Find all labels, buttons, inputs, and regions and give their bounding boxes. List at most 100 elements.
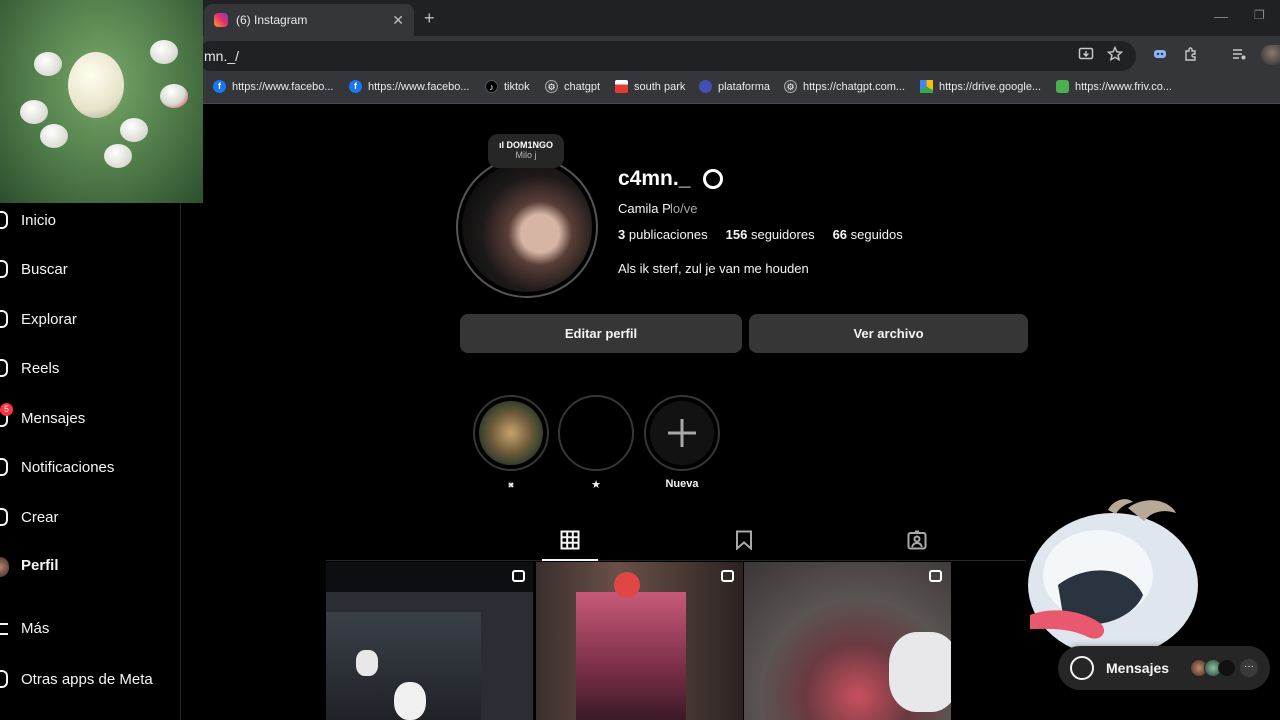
compass-icon — [0, 310, 8, 328]
bookmark-item[interactable]: ⚙ chatgpt — [545, 80, 600, 93]
carousel-icon — [721, 570, 734, 582]
carousel-icon — [512, 570, 525, 582]
home-icon — [0, 211, 8, 229]
bookmark-item[interactable]: ⚙ https://chatgpt.com... — [784, 80, 905, 93]
bookmark-item[interactable]: https://www.friv.co... — [1056, 80, 1172, 93]
poro-icon — [150, 40, 178, 64]
search-icon — [0, 260, 8, 278]
profile-note[interactable]: ıl DOM1NGO Milo j — [488, 134, 564, 168]
browser-profile-avatar[interactable] — [1261, 45, 1280, 65]
post-thumbnail[interactable] — [744, 562, 951, 720]
sidebar-item-notificaciones[interactable]: Notificaciones — [0, 458, 114, 476]
avatar — [1218, 659, 1236, 677]
sidebar-item-explorar[interactable]: Explorar — [0, 310, 77, 328]
extensions-icon[interactable] — [1183, 46, 1199, 65]
sidebar-item-inicio[interactable]: Inicio — [0, 211, 56, 229]
facebook-icon: f — [213, 80, 226, 93]
post-thumbnail[interactable] — [326, 562, 533, 720]
maximize-window-button[interactable]: ❐ — [1254, 8, 1265, 22]
sidebar-item-label: Buscar — [21, 260, 68, 278]
bookmark-item[interactable]: south park — [615, 80, 685, 93]
poro-sticker-icon — [1018, 490, 1208, 665]
minimize-window-button[interactable]: — — [1214, 8, 1228, 24]
poro-icon — [160, 84, 188, 108]
tab-posts[interactable] — [560, 530, 580, 555]
note-title: DOM1NGO — [506, 140, 554, 150]
poro-icon — [68, 52, 124, 118]
settings-gear-icon[interactable] — [703, 169, 723, 189]
tab-saved[interactable] — [735, 530, 753, 555]
new-highlight-button[interactable] — [644, 395, 720, 471]
post-image — [576, 592, 686, 720]
profile-picture-ring[interactable] — [456, 156, 598, 298]
following-stat[interactable]: 66 seguidos — [833, 227, 903, 242]
discord-extension-icon[interactable] — [1152, 46, 1168, 65]
sidebar-item-reels[interactable]: Reels — [0, 359, 59, 377]
bookmark-item[interactable]: f https://www.facebo... — [213, 80, 334, 93]
flag-icon — [615, 80, 628, 93]
carousel-icon — [929, 570, 942, 582]
new-tab-button[interactable]: + — [424, 8, 435, 29]
heart-icon — [0, 458, 8, 476]
poro-icon — [104, 144, 132, 168]
post-image-detail — [394, 682, 426, 720]
messenger-icon — [1070, 656, 1094, 680]
profile-full-name: Camila P — [618, 201, 671, 216]
bookmark-item[interactable]: ♪ tiktok — [485, 80, 530, 93]
highlight-label: Nueva — [665, 478, 699, 490]
grid-icon — [560, 530, 580, 550]
post-image-detail — [889, 632, 951, 712]
sidebar-item-label: Otras apps de Meta — [21, 670, 153, 688]
sidebar-item-label: Explorar — [21, 310, 77, 328]
sidebar-item-mas[interactable]: Más — [0, 620, 49, 637]
sidebar-item-mensajes[interactable]: Mensajes — [0, 409, 85, 427]
address-bar[interactable]: mn._/ — [196, 41, 1136, 71]
close-tab-icon[interactable]: ✕ — [392, 12, 404, 29]
highlight-1[interactable] — [473, 395, 549, 471]
bookmark-icon — [736, 530, 752, 551]
view-archive-button[interactable]: Ver archivo — [749, 314, 1028, 353]
reels-icon — [0, 359, 8, 377]
messages-floating-bar[interactable]: Mensajes ··· — [1058, 646, 1270, 690]
highlight-label: ★ — [591, 479, 601, 491]
post-thumbnail[interactable] — [536, 562, 743, 720]
sidebar-item-otras-apps[interactable]: Otras apps de Meta — [0, 670, 153, 688]
active-tab-indicator — [542, 559, 598, 561]
sidebar-item-crear[interactable]: Crear — [0, 508, 59, 526]
edit-profile-button[interactable]: Editar perfil — [460, 314, 742, 353]
bookmark-item[interactable]: https://drive.google... — [920, 80, 1041, 93]
webcam-overlay — [0, 0, 203, 203]
sidebar-item-label: Mensajes — [21, 409, 86, 427]
menu-icon — [0, 622, 8, 635]
note-subtitle: Milo j — [515, 150, 537, 160]
sidebar-item-label: Notificaciones — [21, 458, 115, 476]
followers-stat[interactable]: 156 seguidores — [726, 227, 815, 242]
highlight-label: 𝄪 — [508, 478, 514, 490]
poro-icon — [34, 52, 62, 76]
bookmark-item[interactable]: f https://www.facebo... — [349, 80, 470, 93]
plataforma-icon — [699, 80, 712, 93]
sidebar-item-buscar[interactable]: Buscar — [0, 260, 68, 278]
profile-bio: Als ik sterf, zul je van me houden — [618, 261, 809, 276]
tab-title: (6) Instagram — [236, 13, 308, 27]
sidebar-item-label: Perfil — [21, 557, 59, 574]
create-icon — [0, 508, 8, 526]
more-icon[interactable]: ··· — [1240, 659, 1258, 677]
sidebar-item-label: Crear — [21, 508, 59, 526]
post-image-detail — [356, 650, 378, 676]
bookmark-item[interactable]: plataforma — [699, 80, 770, 93]
install-app-icon[interactable] — [1078, 46, 1094, 65]
tagged-icon — [907, 530, 927, 550]
plus-icon — [650, 401, 714, 465]
tab-tagged[interactable] — [907, 530, 927, 555]
chatgpt-icon: ⚙ — [545, 80, 558, 93]
facebook-icon: f — [349, 80, 362, 93]
google-drive-icon — [920, 80, 933, 93]
bookmark-star-icon[interactable] — [1106, 45, 1124, 65]
sidebar-item-perfil[interactable]: Perfil — [21, 557, 59, 574]
music-icon: ıl — [498, 140, 507, 150]
media-control-icon[interactable] — [1231, 46, 1247, 65]
highlight-2[interactable] — [558, 395, 634, 471]
browser-tab-instagram[interactable]: (6) Instagram ✕ — [204, 4, 414, 36]
post-image-detail — [614, 572, 640, 598]
